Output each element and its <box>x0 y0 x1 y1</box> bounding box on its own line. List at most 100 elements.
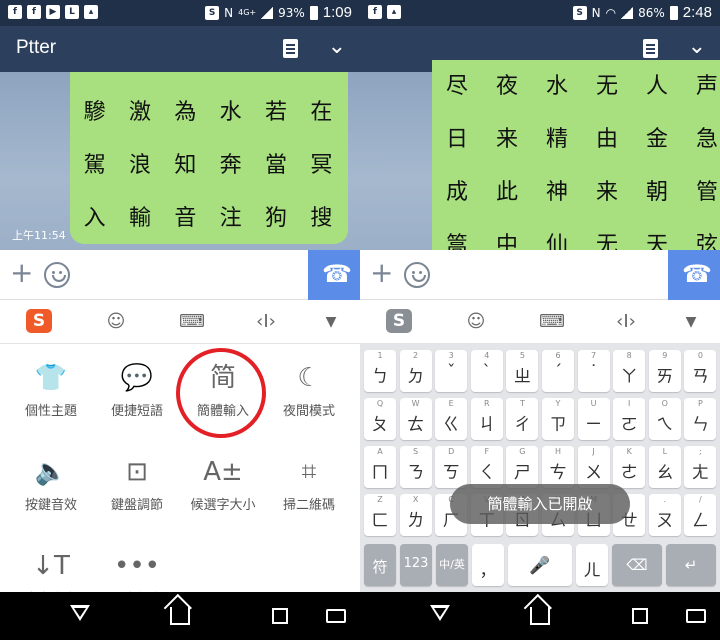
keyboard-icon[interactable]: ⌨ <box>179 311 205 333</box>
collapse-icon[interactable]: ▼ <box>680 311 702 333</box>
recents-icon[interactable] <box>272 608 288 624</box>
home-icon[interactable] <box>530 607 550 625</box>
enter-icon: ↵ <box>684 556 698 574</box>
zhuyin-key[interactable]: Xㄌ <box>399 494 432 536</box>
emoticon-icon[interactable]: ☺ <box>465 311 487 333</box>
tile-shirt[interactable]: 👕 個性主題 <box>8 358 94 419</box>
bubble-char: 在 <box>310 100 333 125</box>
zhuyin-key[interactable]: Gㄕ <box>506 446 539 488</box>
zhuyin-key[interactable]: / ㄥ <box>684 494 717 536</box>
zhuyin-key[interactable]: ; ㄤ <box>684 446 717 488</box>
zhuyin-key[interactable]: Uㄧ <box>577 398 610 440</box>
call-button[interactable] <box>668 250 720 300</box>
emoji-icon[interactable] <box>44 262 70 288</box>
back-icon[interactable] <box>430 605 450 621</box>
recents-icon[interactable] <box>632 608 648 624</box>
plus-icon[interactable]: + <box>10 258 33 288</box>
zhuyin-key[interactable]: Lㄠ <box>648 446 681 488</box>
zhuyin-key[interactable]: 9ㄞ <box>648 350 681 392</box>
zhuyin-key[interactable]: Fㄑ <box>470 446 503 488</box>
comma-key[interactable]: ， <box>472 544 504 586</box>
key-hint: I <box>628 399 631 408</box>
numbers-key[interactable]: 123 <box>400 544 432 586</box>
tile-moon[interactable]: ☾ 夜間模式 <box>266 358 352 419</box>
tile-label: 候選字大小 <box>190 498 256 513</box>
bubble-char: 狗 <box>264 206 287 231</box>
key-hint: 4 <box>484 351 490 360</box>
zhuyin-key[interactable]: 3ˇ <box>435 350 468 392</box>
symbols-key[interactable]: 符 <box>364 544 396 586</box>
key-label: ˋ <box>482 362 492 382</box>
key-label: ㄕ <box>513 463 531 483</box>
lang-switch-key[interactable]: 中/英 <box>436 544 468 586</box>
er-key[interactable]: ㄦ <box>576 544 608 586</box>
key-label: ㄈ <box>371 511 389 531</box>
emoticon-icon[interactable]: ☺ <box>105 311 127 333</box>
bubble-char: 来 <box>495 127 518 152</box>
key-label: ˊ <box>553 362 563 382</box>
tile-speaker[interactable]: 🔈 按鍵音效 <box>8 452 94 513</box>
zhuyin-key[interactable]: Kㄜ <box>613 446 646 488</box>
bubble-char: 為 <box>174 100 197 125</box>
enter-key[interactable]: ↵ <box>666 544 716 586</box>
space-key[interactable]: 🎤 <box>508 544 572 586</box>
zhuyin-key[interactable]: Tㄔ <box>506 398 539 440</box>
youtube-icon: ▶ <box>46 5 60 19</box>
zhuyin-key[interactable]: Rㄐ <box>470 398 503 440</box>
zhuyin-key[interactable]: 7 ˙ <box>577 350 610 392</box>
battery-percent: 86% <box>638 5 665 20</box>
notes-icon[interactable] <box>283 39 298 58</box>
zhuyin-key[interactable]: 4ˋ <box>470 350 503 392</box>
zhuyin-key[interactable]: Jㄨ <box>577 446 610 488</box>
zhuyin-key[interactable]: .ㄡ <box>648 494 681 536</box>
zhuyin-key[interactable]: Aㄇ <box>364 446 396 488</box>
zhuyin-key[interactable]: Eㄍ <box>435 398 468 440</box>
bubble-char: 成 <box>445 180 468 205</box>
zhuyin-key[interactable]: Sㄋ <box>399 446 432 488</box>
tile-qr-scan[interactable]: ⌗ 掃二維碼 <box>266 452 352 513</box>
home-icon[interactable] <box>170 607 190 625</box>
key-label: ㄘ <box>549 463 567 483</box>
zhuyin-key[interactable]: Iㄛ <box>613 398 646 440</box>
collapse-icon[interactable]: ▼ <box>320 311 342 333</box>
zhuyin-key[interactable]: Pㄣ <box>684 398 717 440</box>
zhuyin-key[interactable]: 8ㄚ <box>613 350 646 392</box>
zhuyin-key[interactable]: 1ㄅ <box>364 350 396 392</box>
notes-icon[interactable] <box>643 39 658 58</box>
tile-font-size[interactable]: A± 候選字大小 <box>180 452 266 513</box>
message-bubble[interactable]: 尽夜水无人声日来精由金急成此神来朝管篙中仙无天弦 <box>432 60 720 258</box>
tile-quick-phrase[interactable]: 💬 便捷短語 <box>94 358 180 419</box>
zhuyin-key[interactable]: Dㄎ <box>435 446 468 488</box>
zhuyin-key[interactable]: Oㄟ <box>648 398 681 440</box>
keyboard-switch-icon[interactable] <box>326 609 346 623</box>
zhuyin-key[interactable]: Yㄗ <box>542 398 574 440</box>
keyboard-switch-icon[interactable] <box>686 609 706 623</box>
back-icon[interactable] <box>70 605 90 621</box>
zhuyin-key[interactable]: 2ㄉ <box>399 350 432 392</box>
nav-bar <box>360 592 720 640</box>
sogou-logo-icon[interactable]: S <box>26 309 52 333</box>
message-bubble[interactable]: 驂激為水若在駕浪知奔當冥入輸音注狗搜 <box>70 72 348 244</box>
zhuyin-key[interactable]: Hㄘ <box>542 446 574 488</box>
call-button[interactable] <box>308 250 360 300</box>
emoji-icon[interactable] <box>404 262 430 288</box>
zhuyin-key[interactable]: 5ㄓ <box>506 350 539 392</box>
tile-keyboard-adjust[interactable]: ⊡ 鍵盤調節 <box>94 452 180 513</box>
key-hint: F <box>484 447 490 456</box>
cursor-move-icon[interactable]: ‹I› <box>255 311 277 333</box>
key-label: ㄌ <box>407 511 425 531</box>
cursor-move-icon[interactable]: ‹I› <box>615 311 637 333</box>
zhuyin-key[interactable]: Wㄊ <box>399 398 432 440</box>
key-label: ㄉ <box>407 367 425 387</box>
wifi-icon: ◠ <box>605 5 617 20</box>
zhuyin-key[interactable]: Zㄈ <box>364 494 396 536</box>
chevron-down-icon[interactable]: ⌄ <box>328 34 346 59</box>
zhuyin-key[interactable]: Qㄆ <box>364 398 396 440</box>
sogou-logo-icon[interactable]: S <box>386 309 412 333</box>
plus-icon[interactable]: + <box>370 258 393 288</box>
zhuyin-key[interactable]: 0ㄢ <box>684 350 717 392</box>
keyboard-icon[interactable]: ⌨ <box>539 311 565 333</box>
zhuyin-key[interactable]: 6ˊ <box>542 350 574 392</box>
backspace-key[interactable]: ⌫ <box>612 544 662 586</box>
chevron-down-icon[interactable]: ⌄ <box>688 34 706 59</box>
